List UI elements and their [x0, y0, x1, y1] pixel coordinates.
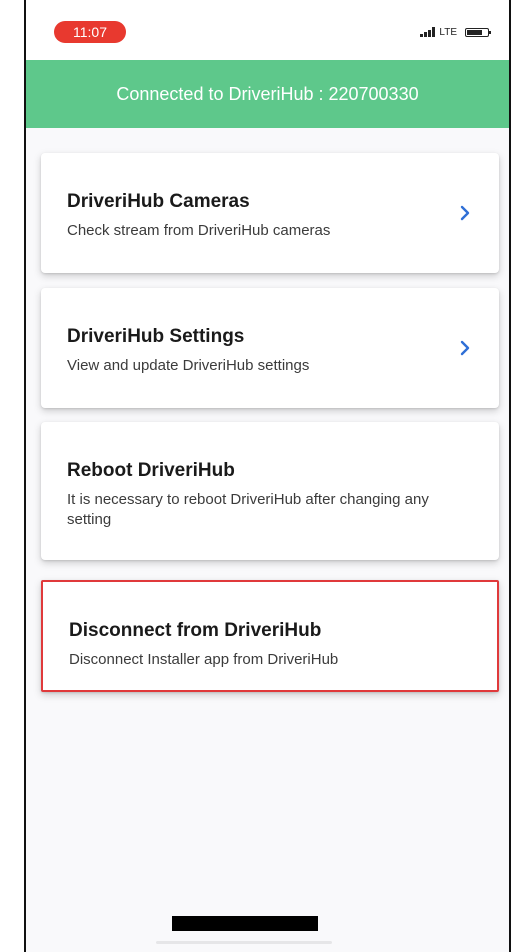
home-bar	[156, 941, 332, 944]
cameras-menu-item[interactable]: DriveriHub Cameras Check stream from Dri…	[41, 153, 499, 273]
cameras-title: DriveriHub Cameras	[67, 191, 250, 212]
reboot-title: Reboot DriveriHub	[67, 460, 235, 481]
settings-title: DriveriHub Settings	[67, 326, 245, 347]
status-bar: 11:07 LTE	[26, 0, 509, 60]
reboot-subtitle: It is necessary to reboot DriveriHub aft…	[67, 491, 429, 528]
reboot-menu-item[interactable]: Reboot DriveriHub It is necessary to reb…	[41, 422, 499, 560]
chevron-right-icon	[460, 340, 470, 356]
disconnect-title: Disconnect from DriveriHub	[69, 620, 322, 641]
disconnect-subtitle: Disconnect Installer app from DriveriHub	[69, 651, 339, 668]
phone-screen: 11:07 LTE Connected to DriveriHub : 2207…	[24, 0, 511, 952]
chevron-right-icon	[460, 205, 470, 221]
settings-subtitle: View and update DriveriHub settings	[67, 357, 310, 374]
network-type: LTE	[439, 26, 457, 38]
status-icons: LTE	[420, 24, 491, 40]
signal-icon	[420, 27, 436, 37]
home-indicator[interactable]	[172, 916, 318, 931]
disconnect-menu-item[interactable]: Disconnect from DriveriHub Disconnect In…	[41, 580, 499, 692]
settings-menu-item[interactable]: DriveriHub Settings View and update Driv…	[41, 288, 499, 408]
battery-icon	[465, 27, 491, 37]
connection-header: Connected to DriveriHub : 220700330	[26, 60, 509, 128]
connection-status-text: Connected to DriveriHub : 220700330	[116, 83, 419, 104]
status-time: 11:07	[54, 21, 126, 43]
cameras-subtitle: Check stream from DriveriHub cameras	[67, 222, 331, 239]
